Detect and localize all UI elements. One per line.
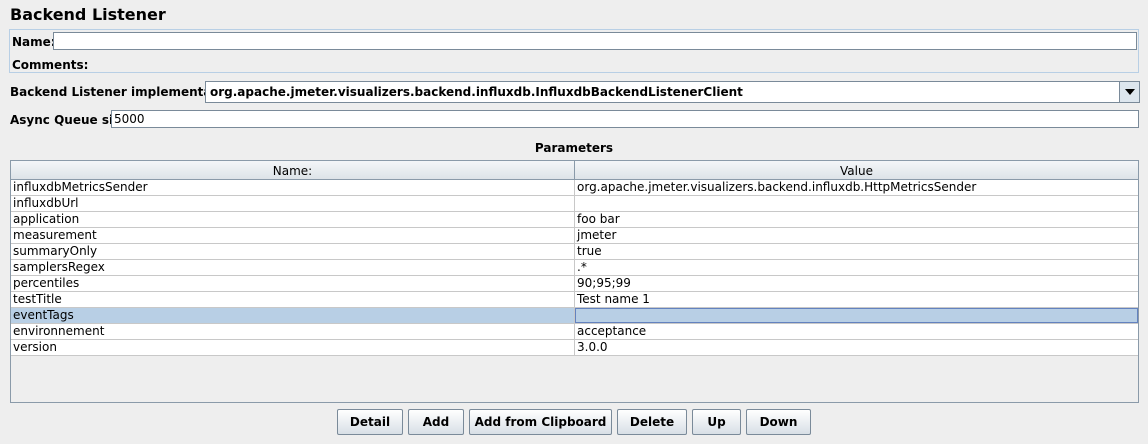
implementation-select[interactable]: org.apache.jmeter.visualizers.backend.in… <box>205 81 1140 103</box>
param-name-cell[interactable]: version <box>11 340 575 355</box>
param-value-cell[interactable] <box>575 196 1138 211</box>
add-button[interactable]: Add <box>408 409 464 435</box>
param-value-cell[interactable]: true <box>575 244 1138 259</box>
backend-listener-panel: Backend Listener Name: Comments: Backend… <box>0 0 1148 444</box>
table-row[interactable]: samplersRegex .* <box>11 260 1138 276</box>
param-name-cell[interactable]: application <box>11 212 575 227</box>
param-name-cell[interactable]: influxdbUrl <box>11 196 575 211</box>
param-value-cell[interactable]: Test name 1 <box>575 292 1138 307</box>
parameters-table[interactable]: Name: Value influxdbMetricsSender org.apa… <box>10 160 1139 403</box>
name-label: Name: <box>12 35 56 49</box>
param-name-cell[interactable]: testTitle <box>11 292 575 307</box>
table-row[interactable]: environnement acceptance <box>11 324 1138 340</box>
down-button[interactable]: Down <box>746 409 811 435</box>
param-value-cell[interactable]: org.apache.jmeter.visualizers.backend.in… <box>575 180 1138 195</box>
parameters-title: Parameters <box>534 141 614 155</box>
up-button[interactable]: Up <box>692 409 741 435</box>
column-header-value[interactable]: Value <box>575 161 1138 179</box>
table-row[interactable]: influxdbMetricsSender org.apache.jmeter.v… <box>11 180 1138 196</box>
button-bar: Detail Add Add from Clipboard Delete Up … <box>0 409 1148 435</box>
detail-button[interactable]: Detail <box>337 409 403 435</box>
param-name-cell[interactable]: measurement <box>11 228 575 243</box>
param-name-cell[interactable]: percentiles <box>11 276 575 291</box>
param-value-cell[interactable] <box>575 308 1138 323</box>
table-header: Name: Value <box>11 161 1138 180</box>
name-input[interactable] <box>53 32 1137 50</box>
table-row[interactable]: eventTags <box>11 308 1138 324</box>
param-name-cell[interactable]: influxdbMetricsSender <box>11 180 575 195</box>
add-from-clipboard-button[interactable]: Add from Clipboard <box>469 409 612 435</box>
param-name-cell[interactable]: samplersRegex <box>11 260 575 275</box>
table-row[interactable]: version 3.0.0 <box>11 340 1138 356</box>
param-name-cell[interactable]: environnement <box>11 324 575 339</box>
column-header-name[interactable]: Name: <box>11 161 575 179</box>
table-row[interactable]: percentiles 90;95;99 <box>11 276 1138 292</box>
implementation-value: org.apache.jmeter.visualizers.backend.in… <box>210 85 743 99</box>
implementation-label: Backend Listener implementation <box>10 85 239 99</box>
param-value-cell[interactable]: 3.0.0 <box>575 340 1138 355</box>
queue-size-input[interactable]: 5000 <box>111 110 1139 128</box>
param-value-cell[interactable]: acceptance <box>575 324 1138 339</box>
param-value-cell[interactable]: foo bar <box>575 212 1138 227</box>
dropdown-button[interactable] <box>1119 82 1139 102</box>
param-name-cell[interactable]: eventTags <box>11 308 575 323</box>
table-body: influxdbMetricsSender org.apache.jmeter.v… <box>11 180 1138 356</box>
param-name-cell[interactable]: summaryOnly <box>11 244 575 259</box>
page-title: Backend Listener <box>10 5 166 24</box>
param-value-cell[interactable]: .* <box>575 260 1138 275</box>
delete-button[interactable]: Delete <box>617 409 687 435</box>
table-row[interactable]: application foo bar <box>11 212 1138 228</box>
table-row[interactable]: testTitle Test name 1 <box>11 292 1138 308</box>
table-row[interactable]: measurement jmeter <box>11 228 1138 244</box>
table-row[interactable]: influxdbUrl <box>11 196 1138 212</box>
param-value-cell[interactable]: jmeter <box>575 228 1138 243</box>
table-row[interactable]: summaryOnly true <box>11 244 1138 260</box>
comments-label[interactable]: Comments: <box>12 58 88 72</box>
chevron-down-icon <box>1124 89 1135 95</box>
param-value-cell[interactable]: 90;95;99 <box>575 276 1138 291</box>
